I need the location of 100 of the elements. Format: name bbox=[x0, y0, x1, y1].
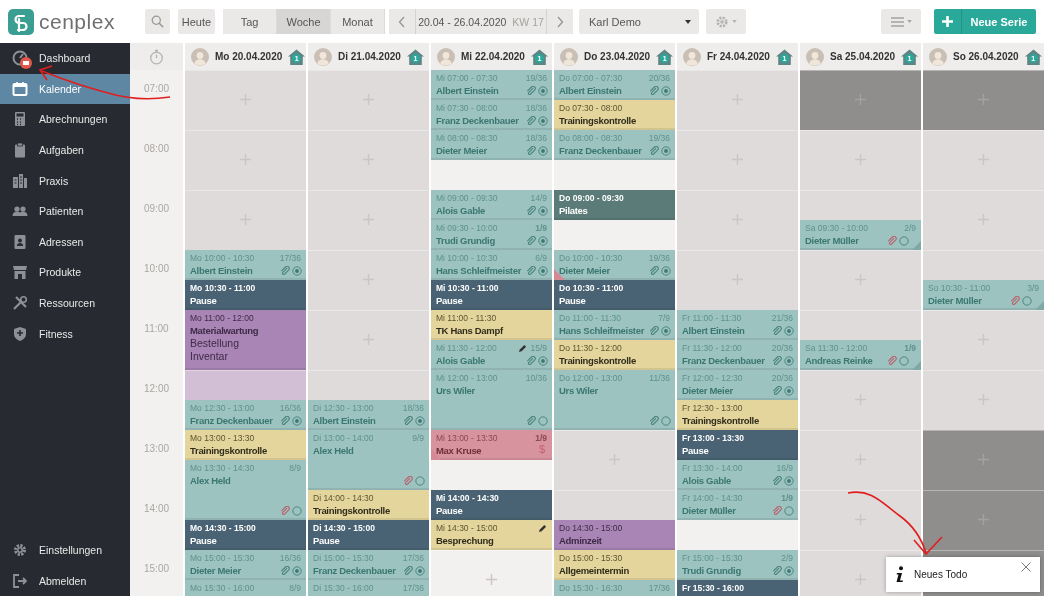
target-icon[interactable] bbox=[661, 146, 671, 156]
paperclip-icon[interactable] bbox=[649, 86, 659, 96]
paperclip-icon[interactable] bbox=[772, 566, 782, 576]
sidebar-item[interactable]: Kalender bbox=[0, 73, 130, 105]
target-icon[interactable] bbox=[538, 266, 548, 276]
view-tab[interactable]: Woche bbox=[277, 9, 331, 34]
appointment-card[interactable]: Mo 14:30 - 15:00 Pause bbox=[185, 520, 306, 550]
time-slot[interactable] bbox=[800, 490, 921, 520]
sidebar-item[interactable]: Dashboard bbox=[0, 43, 130, 74]
target-icon[interactable] bbox=[292, 266, 302, 276]
appointment-card[interactable]: Mi 10:30 - 11:00 Pause bbox=[431, 280, 552, 310]
paperclip-icon[interactable] bbox=[887, 356, 897, 366]
appointment-card[interactable]: Do 10:30 - 11:00 Pause bbox=[554, 280, 675, 310]
target-icon[interactable] bbox=[784, 386, 794, 396]
paperclip-icon[interactable] bbox=[280, 506, 290, 516]
paperclip-icon[interactable] bbox=[526, 356, 536, 366]
target-icon[interactable] bbox=[784, 356, 794, 366]
circle-icon[interactable] bbox=[661, 416, 671, 426]
appointment-card[interactable]: Mi 14:30 - 15:00 Besprechung bbox=[431, 520, 552, 550]
target-icon[interactable] bbox=[538, 146, 548, 156]
circle-icon[interactable] bbox=[292, 506, 302, 516]
paperclip-icon[interactable] bbox=[526, 206, 536, 216]
circle-icon[interactable] bbox=[899, 356, 909, 366]
paperclip-icon[interactable] bbox=[649, 266, 659, 276]
paperclip-icon[interactable] bbox=[649, 146, 659, 156]
appointment-card[interactable]: Mo 12:30 - 13:00 16/36 Franz Deckenbauer bbox=[185, 400, 306, 430]
date-range-button[interactable]: 20.04 - 26.04.2020 KW 17 bbox=[415, 9, 547, 34]
appointment-card[interactable]: Di 14:00 - 14:30 Trainingskontrolle bbox=[308, 490, 429, 520]
appointment-card[interactable]: Mi 09:30 - 10:00 1/9 Trudi Grundig bbox=[431, 220, 552, 250]
circle-icon[interactable] bbox=[1022, 296, 1032, 306]
appointment-card[interactable]: Do 12:00 - 13:00 11/36 Urs Wiler bbox=[554, 370, 675, 430]
sidebar-item[interactable]: Ressourcen bbox=[0, 287, 130, 319]
appointment-card[interactable]: Fr 15:00 - 15:30 2/9 Trudi Grundig bbox=[677, 550, 798, 580]
sidebar-item[interactable]: Produkte bbox=[0, 257, 130, 288]
appointment-card[interactable]: Do 10:00 - 10:30 19/36 Dieter Meier bbox=[554, 250, 675, 280]
appointment-card[interactable]: Do 11:30 - 12:00 Trainingskontrolle bbox=[554, 340, 675, 370]
appointment-card[interactable]: Mi 09:00 - 09:30 14/9 Alois Gable bbox=[431, 190, 552, 220]
appointment-card[interactable]: Mo 11:00 - 12:00 Materialwartung Bestellung Inventar bbox=[185, 310, 306, 370]
sidebar-item[interactable]: Einstellungen bbox=[0, 534, 130, 566]
paperclip-icon[interactable] bbox=[526, 416, 536, 426]
sidebar-item[interactable]: Abmelden bbox=[0, 565, 130, 596]
paperclip-icon[interactable] bbox=[526, 146, 536, 156]
target-icon[interactable] bbox=[292, 416, 302, 426]
appointment-card[interactable]: Mi 11:00 - 11:30 TK Hans Dampf bbox=[431, 310, 552, 340]
appointment-card[interactable]: Mo 15:00 - 15:30 16/36 Dieter Meier bbox=[185, 550, 306, 580]
sidebar-item[interactable]: Praxis bbox=[0, 165, 130, 196]
time-slot[interactable] bbox=[800, 70, 921, 100]
previous-button[interactable] bbox=[389, 9, 415, 34]
sidebar-item[interactable]: Adressen bbox=[0, 226, 130, 258]
paperclip-icon[interactable] bbox=[280, 266, 290, 276]
time-slot[interactable] bbox=[923, 70, 1044, 100]
appointment-card[interactable]: Mi 12:00 - 13:00 10/36 Urs Wiler bbox=[431, 370, 552, 430]
appointment-card[interactable]: Mo 10:00 - 10:30 17/36 Albert Einstein bbox=[185, 250, 306, 280]
appointment-card[interactable]: Mo 10:30 - 11:00 Pause bbox=[185, 280, 306, 310]
appointment-card[interactable]: Mo 13:00 - 13:30 Trainingskontrolle bbox=[185, 430, 306, 460]
close-icon[interactable] bbox=[1020, 561, 1032, 573]
appointment-card[interactable]: Fr 15:30 - 16:00 bbox=[677, 580, 798, 596]
next-button[interactable] bbox=[547, 9, 573, 34]
view-tab[interactable]: Tag bbox=[223, 9, 277, 34]
circle-icon[interactable] bbox=[784, 506, 794, 516]
target-icon[interactable] bbox=[784, 476, 794, 486]
appointment-card[interactable]: Mi 07:00 - 07:30 19/36 Albert Einstein bbox=[431, 70, 552, 100]
paperclip-icon[interactable] bbox=[1010, 296, 1020, 306]
paperclip-icon[interactable] bbox=[280, 566, 290, 576]
add-icon[interactable] bbox=[486, 574, 497, 585]
appointment-card[interactable]: Do 09:00 - 09:30 Pilates bbox=[554, 190, 675, 220]
new-series-button[interactable]: Neue Serie bbox=[934, 9, 1036, 34]
target-icon[interactable] bbox=[661, 326, 671, 336]
sidebar-item[interactable]: Fitness bbox=[0, 318, 130, 349]
target-icon[interactable] bbox=[784, 326, 794, 336]
target-icon[interactable] bbox=[538, 236, 548, 246]
appointment-card[interactable]: Do 07:30 - 08:00 Trainingskontrolle bbox=[554, 100, 675, 130]
settings-dropdown[interactable] bbox=[706, 9, 746, 34]
paperclip-icon[interactable] bbox=[772, 326, 782, 336]
time-slot[interactable] bbox=[923, 490, 1044, 520]
sidebar-item[interactable]: Patienten bbox=[0, 195, 130, 227]
paperclip-icon[interactable] bbox=[772, 506, 782, 516]
paperclip-icon[interactable] bbox=[772, 386, 782, 396]
search-button[interactable] bbox=[145, 9, 170, 34]
time-slot[interactable] bbox=[800, 520, 921, 550]
paperclip-icon[interactable] bbox=[649, 416, 659, 426]
paperclip-icon[interactable] bbox=[403, 416, 413, 426]
appointment-card[interactable]: Do 15:00 - 15:30 Allgemeintermin bbox=[554, 550, 675, 580]
paperclip-icon[interactable] bbox=[403, 566, 413, 576]
paperclip-icon[interactable] bbox=[772, 356, 782, 366]
appointment-card[interactable]: Fr 13:00 - 13:30 Pause bbox=[677, 430, 798, 460]
sidebar-item[interactable]: Aufgaben bbox=[0, 134, 130, 166]
paperclip-icon[interactable] bbox=[403, 476, 413, 486]
today-button[interactable]: Heute bbox=[178, 9, 215, 34]
paperclip-icon[interactable] bbox=[772, 476, 782, 486]
appointment-card[interactable]: Mi 14:00 - 14:30 Pause bbox=[431, 490, 552, 520]
target-icon[interactable] bbox=[538, 206, 548, 216]
paperclip-icon[interactable] bbox=[649, 326, 659, 336]
circle-icon[interactable] bbox=[538, 416, 548, 426]
paperclip-icon[interactable] bbox=[887, 236, 897, 246]
target-icon[interactable] bbox=[538, 356, 548, 366]
appointment-card[interactable]: Di 14:30 - 15:00 Pause bbox=[308, 520, 429, 550]
circle-icon[interactable] bbox=[415, 476, 425, 486]
appointment-card[interactable]: Mi 13:00 - 13:30 1/9 Max Kruse $ bbox=[431, 430, 552, 460]
circle-icon[interactable] bbox=[899, 236, 909, 246]
